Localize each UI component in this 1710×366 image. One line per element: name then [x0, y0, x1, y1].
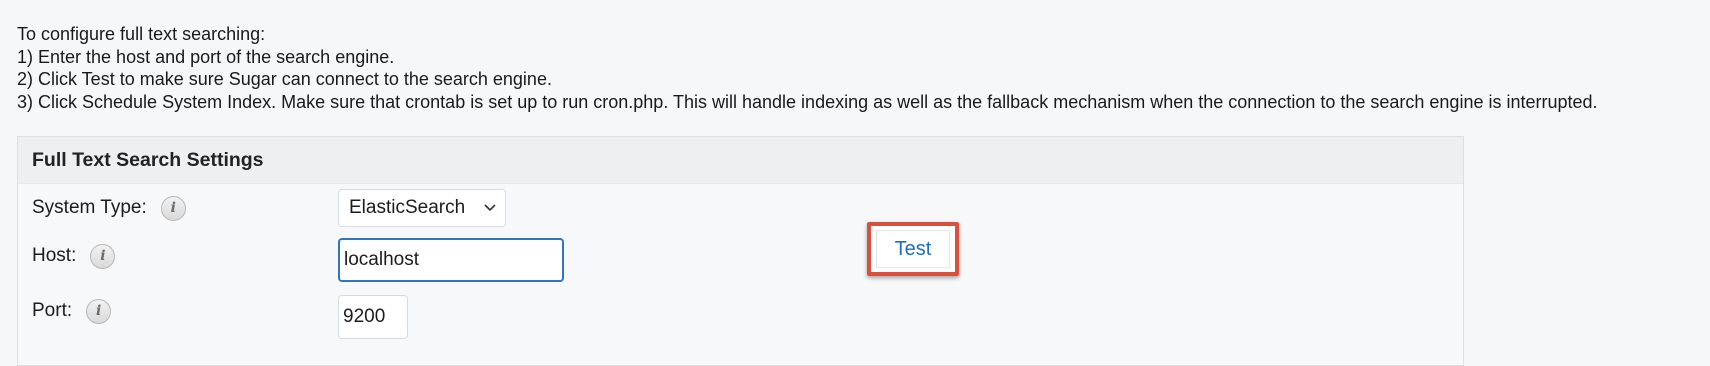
- instructions: To configure full text searching: 1) Ent…: [17, 23, 1598, 113]
- host-input[interactable]: [338, 238, 564, 282]
- system-type-info-icon[interactable]: i: [160, 195, 186, 221]
- port-input[interactable]: [338, 295, 408, 339]
- instructions-step-2: 2) Click Test to make sure Sugar can con…: [17, 69, 552, 89]
- chevron-down-icon: [484, 204, 496, 212]
- full-text-search-settings-panel: Full Text Search Settings System Type: i…: [17, 136, 1464, 366]
- host-info-icon[interactable]: i: [90, 243, 116, 269]
- host-row: Host: i: [32, 237, 116, 275]
- system-type-row: System Type: i: [32, 189, 186, 227]
- system-type-selected-value: ElasticSearch: [349, 197, 466, 218]
- panel-title: Full Text Search Settings: [18, 137, 1463, 184]
- system-type-select[interactable]: ElasticSearch: [338, 189, 506, 227]
- system-type-label: System Type:: [32, 197, 147, 218]
- host-label: Host:: [32, 245, 77, 266]
- port-info-icon[interactable]: i: [86, 298, 112, 324]
- instructions-step-3: 3) Click Schedule System Index. Make sur…: [17, 91, 1598, 112]
- test-button-highlight: Test: [867, 222, 959, 276]
- test-button[interactable]: Test: [876, 230, 950, 268]
- port-label: Port:: [32, 300, 73, 321]
- instructions-step-1: 1) Enter the host and port of the search…: [17, 46, 395, 67]
- port-row: Port: i: [32, 292, 112, 330]
- instructions-heading: To configure full text searching:: [17, 24, 266, 44]
